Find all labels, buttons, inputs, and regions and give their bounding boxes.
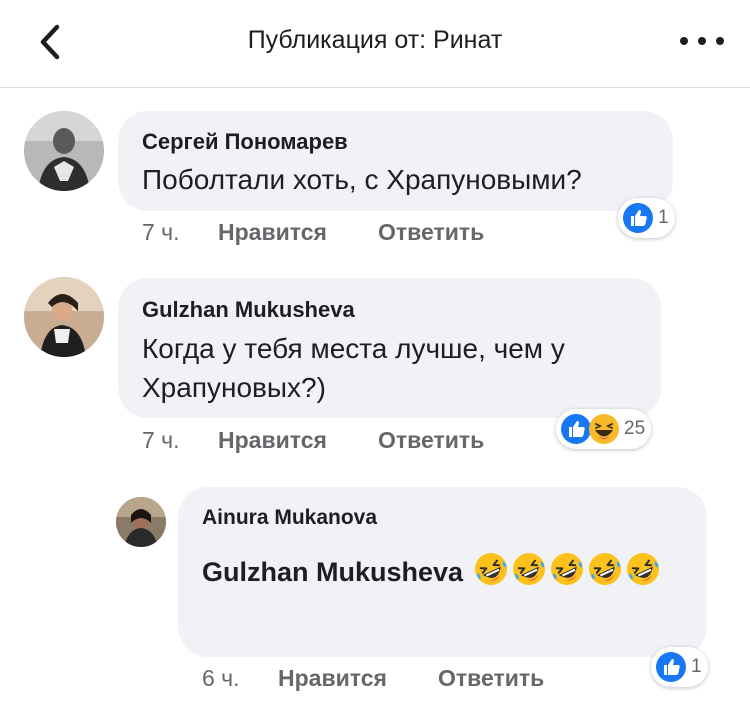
dot-icon bbox=[716, 37, 724, 45]
avatar[interactable] bbox=[116, 497, 166, 547]
comment-text-line: Храпуновых?) bbox=[142, 372, 326, 403]
rofl-emoji-icon bbox=[626, 553, 659, 585]
dot-icon bbox=[680, 37, 688, 45]
reaction-summary[interactable]: 1 bbox=[618, 198, 675, 238]
reply-author[interactable]: Ainura Mukanova bbox=[202, 506, 377, 530]
reaction-count: 1 bbox=[691, 656, 702, 677]
reaction-summary[interactable]: 25 bbox=[556, 409, 652, 449]
like-reaction-icon bbox=[623, 203, 653, 233]
reply-text: Gulzhan Mukusheva bbox=[202, 548, 692, 596]
comment-author[interactable]: Сергей Пономарев bbox=[142, 129, 348, 155]
comment-timestamp: 7 ч. bbox=[142, 219, 180, 245]
top-bar: Публикация от: Ринат bbox=[0, 0, 750, 88]
comment-author[interactable]: Gulzhan Mukusheva bbox=[142, 297, 355, 323]
reply-timestamp: 6 ч. bbox=[202, 665, 240, 691]
like-button[interactable]: Нравится bbox=[218, 219, 327, 246]
rofl-emoji-icon bbox=[588, 553, 621, 585]
like-button[interactable]: Нравится bbox=[278, 665, 387, 692]
dot-icon bbox=[698, 37, 706, 45]
comment-text: Поболтали хоть, с Храпуновыми? bbox=[142, 164, 582, 195]
person-photo-icon bbox=[116, 497, 166, 547]
person-photo-icon bbox=[24, 277, 104, 357]
comment-timestamp: 7 ч. bbox=[142, 427, 180, 453]
like-reaction-icon bbox=[656, 652, 686, 682]
rofl-emoji-icon bbox=[474, 553, 507, 585]
reaction-count: 25 bbox=[624, 418, 646, 439]
comment-text-line: Когда у тебя места лучше, чем у bbox=[142, 333, 565, 364]
mention-link[interactable]: Gulzhan Mukusheva bbox=[202, 557, 463, 587]
haha-reaction-icon bbox=[589, 414, 619, 444]
person-photo-icon bbox=[24, 111, 104, 191]
reaction-summary[interactable]: 1 bbox=[651, 647, 708, 687]
like-button[interactable]: Нравится bbox=[218, 427, 327, 454]
page-title: Публикация от: Ринат bbox=[247, 26, 503, 54]
rofl-emoji-icon bbox=[550, 553, 583, 585]
avatar[interactable] bbox=[24, 277, 104, 357]
rofl-emoji-icon bbox=[512, 553, 545, 585]
reply-button[interactable]: Ответить bbox=[378, 219, 484, 246]
emoji-row bbox=[471, 553, 661, 587]
reply-button[interactable]: Ответить bbox=[378, 427, 484, 454]
avatar[interactable] bbox=[24, 111, 104, 191]
more-options-button[interactable] bbox=[680, 26, 724, 56]
reaction-count: 1 bbox=[658, 207, 669, 228]
reply-button[interactable]: Ответить bbox=[438, 665, 544, 692]
